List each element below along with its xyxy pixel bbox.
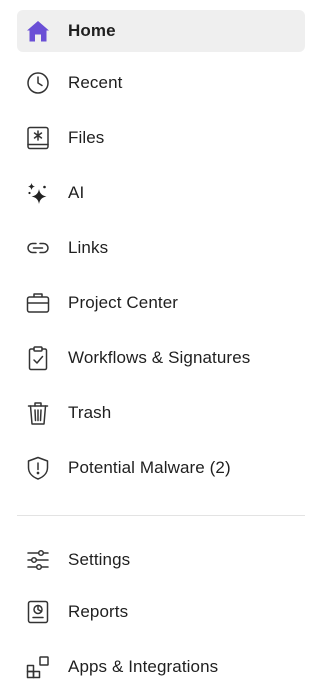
shield-alert-icon bbox=[24, 454, 52, 482]
sidebar-item-trash[interactable]: Trash bbox=[17, 392, 305, 434]
sidebar-item-reports[interactable]: Reports bbox=[17, 591, 305, 633]
sidebar-item-label: Reports bbox=[68, 602, 129, 621]
home-icon bbox=[24, 17, 52, 45]
sidebar-item-label: Settings bbox=[68, 550, 131, 569]
sidebar-item-label: Project Center bbox=[68, 293, 179, 312]
file-box-icon bbox=[24, 124, 52, 152]
clipboard-check-icon bbox=[24, 344, 52, 372]
sidebar-item-label: Files bbox=[68, 128, 105, 147]
briefcase-icon bbox=[24, 289, 52, 317]
apps-grid-icon bbox=[24, 653, 52, 681]
sidebar-item-home[interactable]: Home bbox=[17, 10, 305, 52]
sidebar-item-label: Trash bbox=[68, 403, 112, 422]
clock-icon bbox=[24, 69, 52, 97]
sidebar-item-apps-integrations[interactable]: Apps & Integrations bbox=[17, 646, 305, 688]
sidebar-item-label: Recent bbox=[68, 73, 123, 92]
sidebar-item-settings[interactable]: Settings bbox=[17, 539, 305, 581]
sidebar-divider bbox=[17, 515, 305, 516]
sidebar-item-recent[interactable]: Recent bbox=[17, 62, 305, 104]
sidebar-item-label: Workflows & Signatures bbox=[68, 348, 251, 367]
sidebar-item-potential-malware[interactable]: Potential Malware (2) bbox=[17, 447, 305, 489]
sidebar-item-workflows-signatures[interactable]: Workflows & Signatures bbox=[17, 337, 305, 379]
sidebar-item-label: Links bbox=[68, 238, 109, 257]
sidebar-nav: Home Recent Files AI Links Project Cente… bbox=[0, 0, 328, 698]
sidebar-item-project-center[interactable]: Project Center bbox=[17, 282, 305, 324]
sidebar-item-label: Home bbox=[68, 21, 116, 40]
link-icon bbox=[24, 234, 52, 262]
sidebar-item-label: Potential Malware (2) bbox=[68, 458, 231, 477]
sidebar-item-label: Apps & Integrations bbox=[68, 657, 219, 676]
report-icon bbox=[24, 598, 52, 626]
sparkle-icon bbox=[24, 179, 52, 207]
sidebar-item-label: AI bbox=[68, 183, 85, 202]
sidebar-item-ai[interactable]: AI bbox=[17, 172, 305, 214]
trash-icon bbox=[24, 399, 52, 427]
sidebar-item-links[interactable]: Links bbox=[17, 227, 305, 269]
sliders-icon bbox=[24, 546, 52, 574]
sidebar-item-files[interactable]: Files bbox=[17, 117, 305, 159]
